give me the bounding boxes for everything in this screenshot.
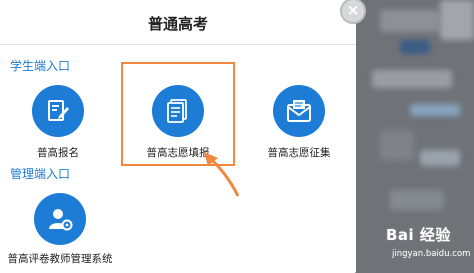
manager-section-label: 管理端入口 (10, 167, 71, 181)
edit-document-icon (32, 85, 84, 137)
envelope-icon (273, 85, 325, 137)
exam-entry-dialog: 普通高考 学生端入口 普高报名 普高志愿填报 普高志愿征集 管理端入口 普高评卷… (0, 0, 356, 273)
dialog-title: 普通高考 (147, 15, 208, 33)
header-divider (0, 44, 356, 45)
tile-registration[interactable]: 普高报名 (14, 85, 102, 160)
user-settings-icon (34, 193, 86, 245)
watermark-url: jingyan.baidu.com (392, 249, 471, 259)
tile-volunteer-collection-label: 普高志愿征集 (267, 147, 331, 159)
pointer-arrow (204, 152, 240, 197)
tile-volunteer-collection[interactable]: 普高志愿征集 (254, 85, 344, 160)
student-section-label: 学生端入口 (10, 59, 71, 73)
watermark-main-text: Bai 经验 (386, 226, 451, 244)
tile-teacher-management-label: 普高评卷教师管理系统 (7, 253, 113, 265)
tile-registration-label: 普高报名 (37, 147, 79, 159)
baidu-jingyan-watermark: Bai 经验 jingyan.baidu.com (386, 222, 472, 270)
tile-teacher-management[interactable]: 普高评卷教师管理系统 (2, 193, 118, 266)
